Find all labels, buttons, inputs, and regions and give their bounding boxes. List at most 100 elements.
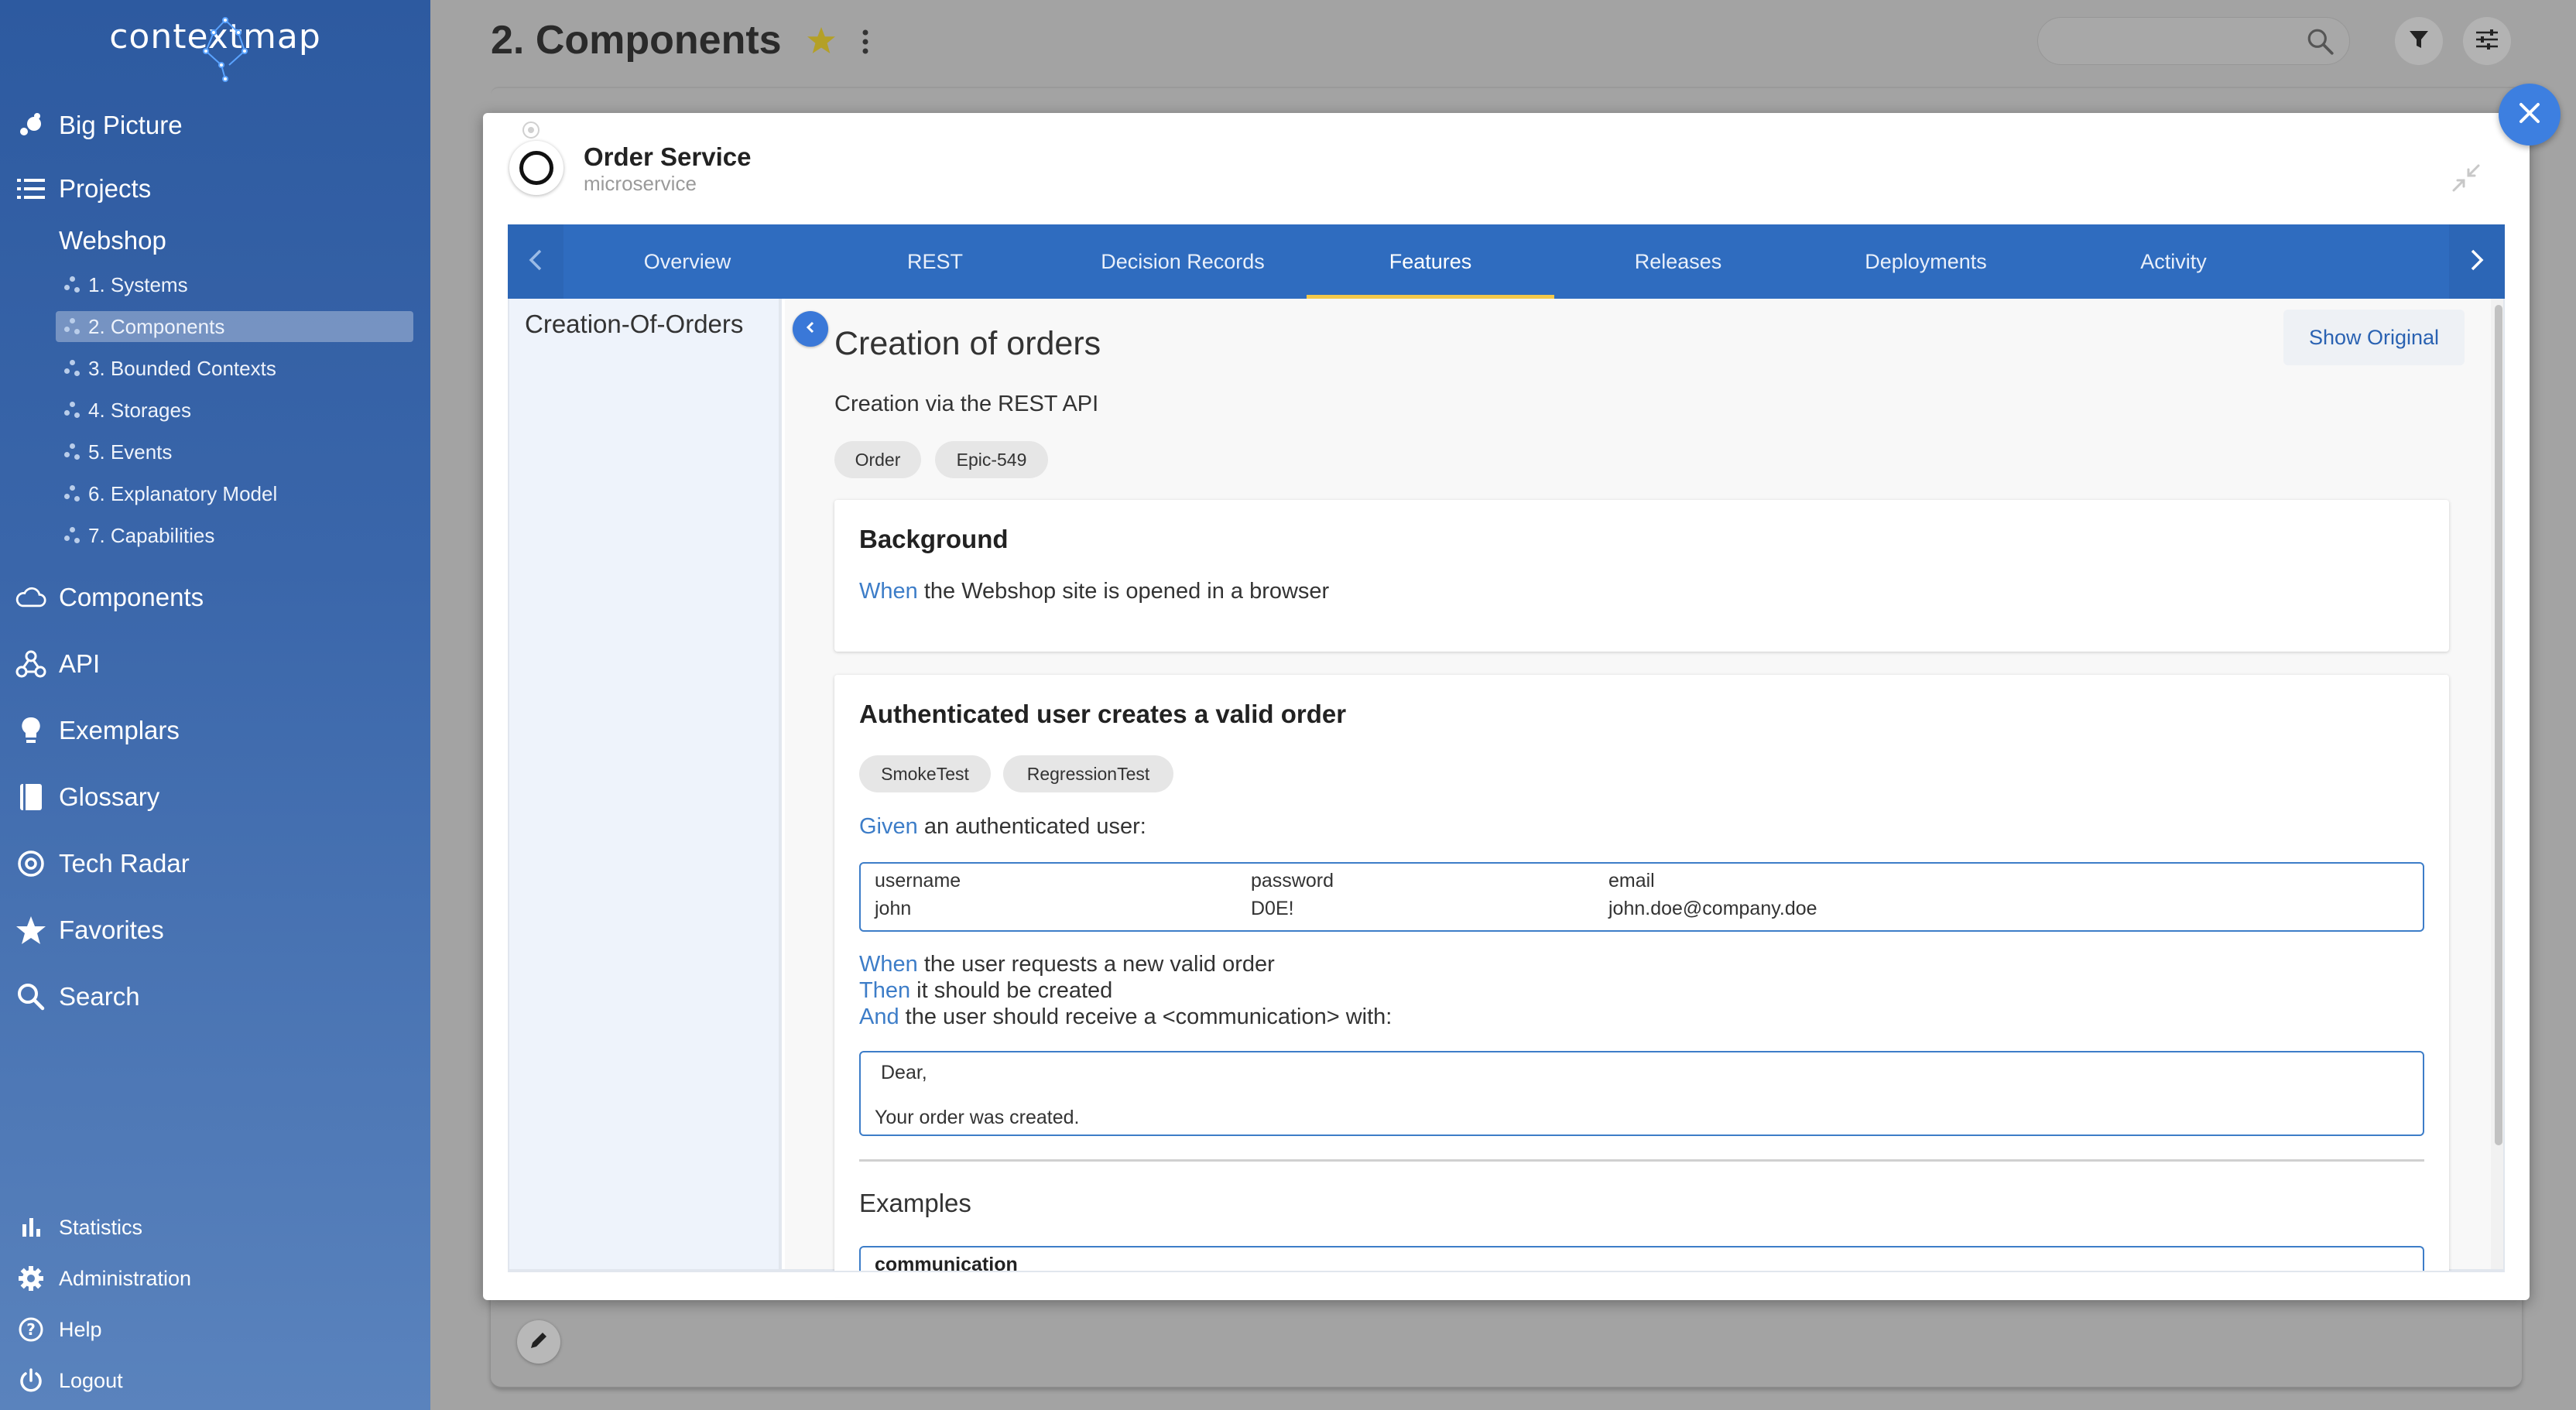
search-bar <box>2037 17 2350 65</box>
project-item-events[interactable]: 5. Events <box>56 436 413 467</box>
nav-label: Favorites <box>59 915 164 944</box>
tab-deployments[interactable]: Deployments <box>1802 224 2050 299</box>
feature-list: Creation-Of-Orders <box>509 299 782 1269</box>
tag-chip[interactable]: RegressionTest <box>1003 755 1173 792</box>
nav-tech-radar[interactable]: Tech Radar <box>15 848 190 879</box>
nav-search[interactable]: Search <box>15 981 140 1012</box>
dots-icon <box>62 358 84 379</box>
search-icon[interactable] <box>2306 27 2335 60</box>
dots-icon <box>62 316 84 337</box>
doc-string: Dear, Your order was created. <box>859 1051 2424 1136</box>
power-icon <box>17 1367 45 1395</box>
service-type: microservice <box>584 172 697 195</box>
project-item-label: 7. Capabilities <box>88 523 215 547</box>
tab-features[interactable]: Features <box>1307 224 1554 299</box>
nav-administration[interactable]: Administration <box>17 1265 191 1292</box>
nav-label: Statistics <box>59 1215 143 1239</box>
nav-components[interactable]: Components <box>15 582 204 613</box>
settings-button[interactable] <box>2463 17 2511 65</box>
tab-rest[interactable]: REST <box>811 224 1059 299</box>
tab-decision-records[interactable]: Decision Records <box>1059 224 1307 299</box>
step-text: the user requests a new valid order <box>917 952 1275 977</box>
search-icon <box>15 981 46 1012</box>
tab-overview[interactable]: Overview <box>564 224 811 299</box>
nav-projects[interactable]: Projects <box>15 173 151 204</box>
feature-list-item[interactable]: Creation-Of-Orders <box>525 310 743 339</box>
show-original-button[interactable]: Show Original <box>2283 310 2465 365</box>
nav-label: API <box>59 649 101 678</box>
scrollbar-thumb[interactable] <box>2495 305 2502 1145</box>
project-name[interactable]: Webshop <box>59 226 166 255</box>
project-item-label: 6. Explanatory Model <box>88 481 278 505</box>
and-step: And the user should receive a <communica… <box>859 1004 1392 1030</box>
tab-scroll-right[interactable] <box>2449 224 2505 299</box>
background-card: Background When the Webshop site is open… <box>834 500 2449 652</box>
project-item-label: 4. Storages <box>88 398 191 422</box>
project-item-capabilities[interactable]: 7. Capabilities <box>56 520 413 551</box>
project-item-bounded-contexts[interactable]: 3. Bounded Contexts <box>56 353 413 384</box>
nav-label: Logout <box>59 1368 123 1392</box>
nav-label: Big Picture <box>59 111 183 139</box>
step-keyword: Given <box>859 814 918 839</box>
chevron-left-icon <box>805 320 816 338</box>
project-item-storages[interactable]: 4. Storages <box>56 395 413 426</box>
collapse-icon[interactable] <box>2451 163 2482 197</box>
page-title: 2. Components <box>491 18 782 63</box>
scrollbar[interactable] <box>2491 299 2503 1269</box>
nav-favorites[interactable]: Favorites <box>15 915 164 946</box>
project-item-label: 3. Bounded Contexts <box>88 356 276 380</box>
nav-label: Help <box>59 1317 102 1341</box>
project-item-label: 1. Systems <box>88 272 188 296</box>
collapse-list-button[interactable] <box>793 311 828 347</box>
nav-exemplars[interactable]: Exemplars <box>15 715 180 746</box>
nav-label: Search <box>59 982 140 1011</box>
project-item-components[interactable]: 2. Components <box>56 311 413 342</box>
doc-line: Dear, <box>881 1062 927 1083</box>
dots-icon <box>62 483 84 505</box>
filter-button[interactable] <box>2395 17 2443 65</box>
more-options-icon[interactable] <box>861 28 870 60</box>
scenario-card: Authenticated user creates a valid order… <box>834 675 2449 1294</box>
favorite-star-icon[interactable] <box>807 26 836 58</box>
tag-chip[interactable]: Order <box>834 441 921 478</box>
background-step: When the Webshop site is opened in a bro… <box>859 579 1329 604</box>
nav-api[interactable]: API <box>15 649 100 679</box>
tab-releases[interactable]: Releases <box>1554 224 1802 299</box>
edit-button[interactable] <box>517 1320 560 1364</box>
background-card-footer <box>491 1297 2522 1388</box>
dots-icon <box>62 274 84 296</box>
nav-glossary[interactable]: Glossary <box>15 782 159 813</box>
close-modal-button[interactable] <box>2499 84 2561 145</box>
tag-chip[interactable]: SmokeTest <box>859 755 991 792</box>
nav-logout[interactable]: Logout <box>17 1367 123 1395</box>
nav-label: Administration <box>59 1266 192 1290</box>
step-keyword: When <box>859 579 918 604</box>
given-step: Given an authenticated user: <box>859 814 1146 840</box>
nav-statistics[interactable]: Statistics <box>17 1213 142 1241</box>
project-item-label: 5. Events <box>88 440 173 464</box>
search-input[interactable] <box>2054 18 2317 63</box>
tab-scroll-left[interactable] <box>508 224 564 299</box>
feature-description: Creation via the REST API <box>834 392 1099 416</box>
table-cell: john <box>875 898 912 919</box>
tab-activity[interactable]: Activity <box>2050 224 2297 299</box>
dots-icon <box>62 441 84 463</box>
table-cell: john.doe@company.doe <box>1608 898 1817 919</box>
project-item-systems[interactable]: 1. Systems <box>56 269 413 300</box>
cloud-icon <box>15 582 46 613</box>
project-item-explanatory-model[interactable]: 6. Explanatory Model <box>56 478 413 509</box>
step-text: it should be created <box>910 978 1113 1003</box>
nav-label: Glossary <box>59 782 160 811</box>
divider <box>859 1159 2424 1162</box>
app-logo[interactable]: contextmap <box>0 17 430 82</box>
step-text: the user should receive a <communication… <box>899 1004 1392 1029</box>
webhook-icon <box>15 649 46 679</box>
table-header: username <box>875 870 961 892</box>
list-icon <box>15 173 46 204</box>
nav-label: Components <box>59 583 204 611</box>
nav-big-picture[interactable]: Big Picture <box>15 110 183 141</box>
nav-help[interactable]: ? Help <box>17 1316 102 1343</box>
tag-chip[interactable]: Epic-549 <box>935 441 1048 478</box>
table-cell: D0E! <box>1251 898 1294 919</box>
service-name: Order Service <box>584 142 752 171</box>
